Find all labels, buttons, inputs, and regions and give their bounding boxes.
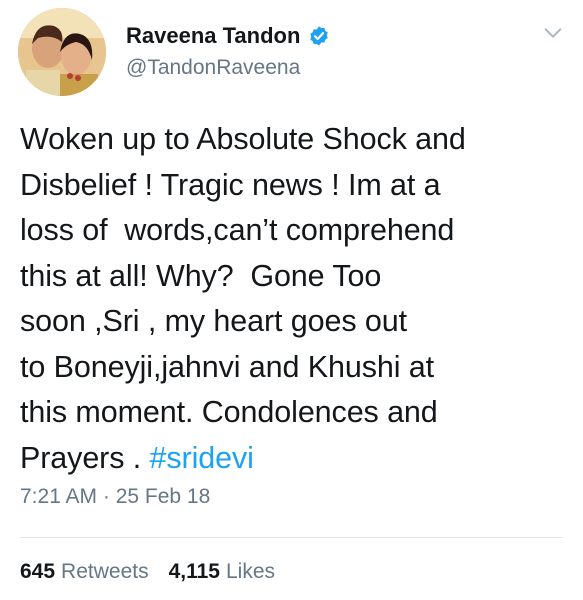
- tweet-card: Raveena Tandon @TandonRaveena Woken up t…: [0, 0, 583, 600]
- author-name-row: Raveena Tandon: [126, 20, 330, 52]
- author-display-name[interactable]: Raveena Tandon: [126, 23, 300, 49]
- tweet-text-line: Woken up to Absolute Shock and: [20, 122, 466, 156]
- retweets-stat[interactable]: 645 Retweets: [20, 560, 149, 584]
- tweet-text-line: to Boneyji,jahnvi and Khushi at: [20, 349, 435, 384]
- tweet-text-line: Prayers .: [20, 440, 150, 475]
- tweet-stats: 645 Retweets 4,115 Likes: [20, 560, 275, 584]
- tweet-text-line: soon ,Sri , my heart goes out: [20, 304, 408, 338]
- tweet-text-line: loss of words,can’t comprehend: [20, 213, 455, 247]
- hashtag-link[interactable]: #sridevi: [150, 441, 254, 475]
- tweet-text: Woken up to Absolute Shock and Disbelief…: [20, 117, 565, 481]
- retweets-count: 645: [20, 560, 56, 583]
- avatar-photo: [18, 8, 106, 96]
- chevron-down-icon[interactable]: [542, 22, 564, 44]
- tweet-text-line: this moment. Condolences and: [20, 395, 438, 429]
- tweet-text-line: this at all! Why? Gone Too: [20, 258, 382, 293]
- author-handle[interactable]: @TandonRaveena: [126, 56, 300, 80]
- tweet-timestamp[interactable]: 7:21 AM · 25 Feb 18: [20, 485, 210, 509]
- likes-count: 4,115: [168, 560, 220, 583]
- avatar[interactable]: [18, 8, 106, 96]
- likes-stat[interactable]: 4,115 Likes: [169, 560, 275, 584]
- likes-label: Likes: [226, 560, 276, 583]
- tweet-text-line: Disbelief ! Tragic news ! Im at a: [20, 167, 441, 202]
- verified-badge-icon: [310, 26, 329, 46]
- retweets-label: Retweets: [61, 560, 149, 583]
- divider: [20, 537, 563, 538]
